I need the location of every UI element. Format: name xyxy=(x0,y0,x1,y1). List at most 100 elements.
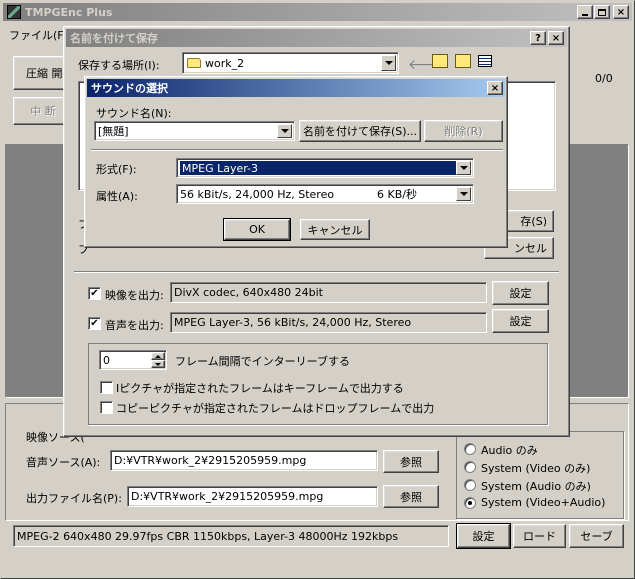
sound-select-title: サウンドの選択 xyxy=(91,82,168,95)
radio-audio-only[interactable] xyxy=(464,443,476,455)
minimize-icon xyxy=(582,14,588,16)
status-text: MPEG-2 640x480 29.97fps CBR 1150kbps, La… xyxy=(17,529,399,543)
spin-up-icon[interactable] xyxy=(151,352,165,360)
chevron-down-icon[interactable] xyxy=(381,55,396,71)
audio-settings-label: 設定 xyxy=(509,315,532,328)
attributes-dropdown[interactable]: 56 kBit/s, 24,000 Hz, Stereo 6 KB/秒 xyxy=(176,184,474,204)
ok-button[interactable]: OK xyxy=(223,218,291,241)
sound-divider xyxy=(91,149,503,151)
cancel-button[interactable]: キャンセル xyxy=(300,219,370,240)
progress-counter: 0/0 xyxy=(595,72,613,85)
audio-source-value: D:¥VTR¥work_2¥2915205959.mpg xyxy=(114,454,307,467)
close-button[interactable]: × xyxy=(613,5,629,19)
output-video-info-text: DivX codec, 640x480 24bit xyxy=(174,286,323,299)
main-window-title: TMPGEnc Plus xyxy=(25,5,113,19)
chevron-down-icon[interactable] xyxy=(277,124,292,138)
output-file-value: D:¥VTR¥work_2¥2915205959.mpg xyxy=(131,490,324,503)
audio-source-field[interactable]: D:¥VTR¥work_2¥2915205959.mpg xyxy=(110,450,378,471)
settings-button-label: 設定 xyxy=(472,530,495,543)
output-file-label: 出力ファイル名(P): xyxy=(26,492,122,505)
load-button[interactable]: ロード xyxy=(513,524,566,548)
up-folder-icon[interactable] xyxy=(432,54,448,68)
radio-system-audio-only[interactable] xyxy=(464,479,476,491)
radio-system-video-only[interactable] xyxy=(464,461,476,473)
section-divider xyxy=(74,271,559,273)
chevron-down-icon[interactable] xyxy=(456,161,471,175)
output-video-checkbox[interactable]: ✔ xyxy=(88,287,101,300)
close-icon: × xyxy=(551,32,561,44)
attributes-label: 属性(A): xyxy=(96,190,138,203)
dropframe-checkbox[interactable] xyxy=(100,401,113,414)
output-browse-button[interactable]: 参照 xyxy=(383,485,439,508)
output-audio-label: 音声を出力: xyxy=(105,319,164,332)
audio-settings-button[interactable]: 設定 xyxy=(492,309,549,333)
delete-sound-label: 削除(R) xyxy=(444,125,483,138)
stop-button-label: 中 断 xyxy=(30,105,56,118)
main-title-bar[interactable]: TMPGEnc Plus xyxy=(3,3,632,21)
output-audio-info: MPEG Layer-3, 56 kBit/s, 24,000 Hz, Ster… xyxy=(170,312,487,333)
output-video-label: 映像を出力: xyxy=(105,289,164,302)
radio-system-video-only-label: System (Video のみ) xyxy=(481,462,591,475)
compress-button-label: 圧縮 開 xyxy=(26,67,63,80)
format-label: 形式(F): xyxy=(96,163,137,176)
format-selected: MPEG Layer-3 xyxy=(179,160,457,176)
delete-sound-button[interactable]: 削除(R) xyxy=(424,120,503,142)
cancel-save-button-label: ンセル xyxy=(514,242,547,255)
sound-name-label: サウンド名(N): xyxy=(96,107,172,120)
radio-system-video-audio[interactable] xyxy=(464,497,476,509)
attributes-rate: 6 KB/秒 xyxy=(377,188,417,201)
radio-system-video-audio-label: System (Video+Audio) xyxy=(481,496,606,509)
sound-name-combo[interactable]: [無題] xyxy=(94,121,295,141)
radio-selected-dot xyxy=(468,501,472,505)
audio-browse-button[interactable]: 参照 xyxy=(383,450,439,473)
sound-select-close-button[interactable]: × xyxy=(487,81,503,95)
save-as-title-bar[interactable]: 名前を付けて保存 xyxy=(66,29,567,47)
ok-button-label: OK xyxy=(249,223,265,236)
new-folder-icon[interactable] xyxy=(455,54,471,68)
save-settings-button-label: セーブ xyxy=(580,530,613,543)
check-icon: ✔ xyxy=(90,287,99,299)
keyframe-checkbox[interactable] xyxy=(100,381,113,394)
close-icon: × xyxy=(490,82,500,94)
chevron-down-icon[interactable] xyxy=(456,187,471,201)
output-video-info: DivX codec, 640x480 24bit xyxy=(170,282,487,303)
audio-source-label: 音声ソース(A): xyxy=(26,456,101,469)
menu-file[interactable]: ファイル(F) xyxy=(9,27,68,43)
sound-select-dialog: サウンドの選択 × サウンド名(N): [無題] 名前を付けて保存(S)... … xyxy=(84,76,508,248)
save-button-label: 存(S) xyxy=(520,215,547,228)
maximize-icon xyxy=(598,8,606,16)
save-location-dropdown[interactable]: work_2 xyxy=(182,52,399,74)
video-settings-label: 設定 xyxy=(509,287,532,300)
settings-button[interactable]: 設定 xyxy=(456,523,511,549)
radio-audio-only-label: Audio のみ xyxy=(481,444,538,457)
format-dropdown[interactable]: MPEG Layer-3 xyxy=(176,158,474,178)
sound-select-title-bar[interactable]: サウンドの選択 xyxy=(87,79,505,97)
attributes-value: 56 kBit/s, 24,000 Hz, Stereo xyxy=(180,187,335,201)
cancel-button-label: キャンセル xyxy=(307,223,363,237)
video-settings-button[interactable]: 設定 xyxy=(492,281,549,305)
interleave-label: フレーム間隔でインターリーブする xyxy=(175,355,351,368)
keyframe-label: Iピクチャが指定されたフレームはキーフレームで出力する xyxy=(116,382,404,395)
minimize-button[interactable] xyxy=(577,5,593,19)
format-value: MPEG Layer-3 xyxy=(182,161,259,175)
save-settings-button[interactable]: セーブ xyxy=(569,524,624,548)
save-as-close-button[interactable]: × xyxy=(548,31,564,45)
spin-down-icon[interactable] xyxy=(151,360,165,368)
check-icon: ✔ xyxy=(90,317,99,329)
radio-system-audio-only-label: System (Audio のみ) xyxy=(481,480,591,493)
folder-icon xyxy=(187,58,201,68)
maximize-button[interactable] xyxy=(594,5,610,19)
status-bar: MPEG-2 640x480 29.97fps CBR 1150kbps, La… xyxy=(13,525,449,547)
spinner-arrows[interactable] xyxy=(151,352,165,368)
save-as-sound-label: 名前を付けて保存(S)... xyxy=(302,125,418,138)
app-icon xyxy=(7,5,21,19)
sound-name-value: [無題] xyxy=(98,125,129,138)
output-file-field[interactable]: D:¥VTR¥work_2¥2915205959.mpg xyxy=(127,486,378,507)
view-menu-icon[interactable] xyxy=(478,55,492,67)
output-audio-checkbox[interactable]: ✔ xyxy=(88,317,101,330)
interleave-spinner[interactable]: 0 xyxy=(99,350,167,370)
dropframe-label: コピーピクチャが指定されたフレームはドロップフレームで出力 xyxy=(116,402,435,415)
save-as-sound-button[interactable]: 名前を付けて保存(S)... xyxy=(299,120,421,142)
audio-browse-label: 参照 xyxy=(400,455,422,469)
help-button[interactable]: ? xyxy=(530,31,546,45)
